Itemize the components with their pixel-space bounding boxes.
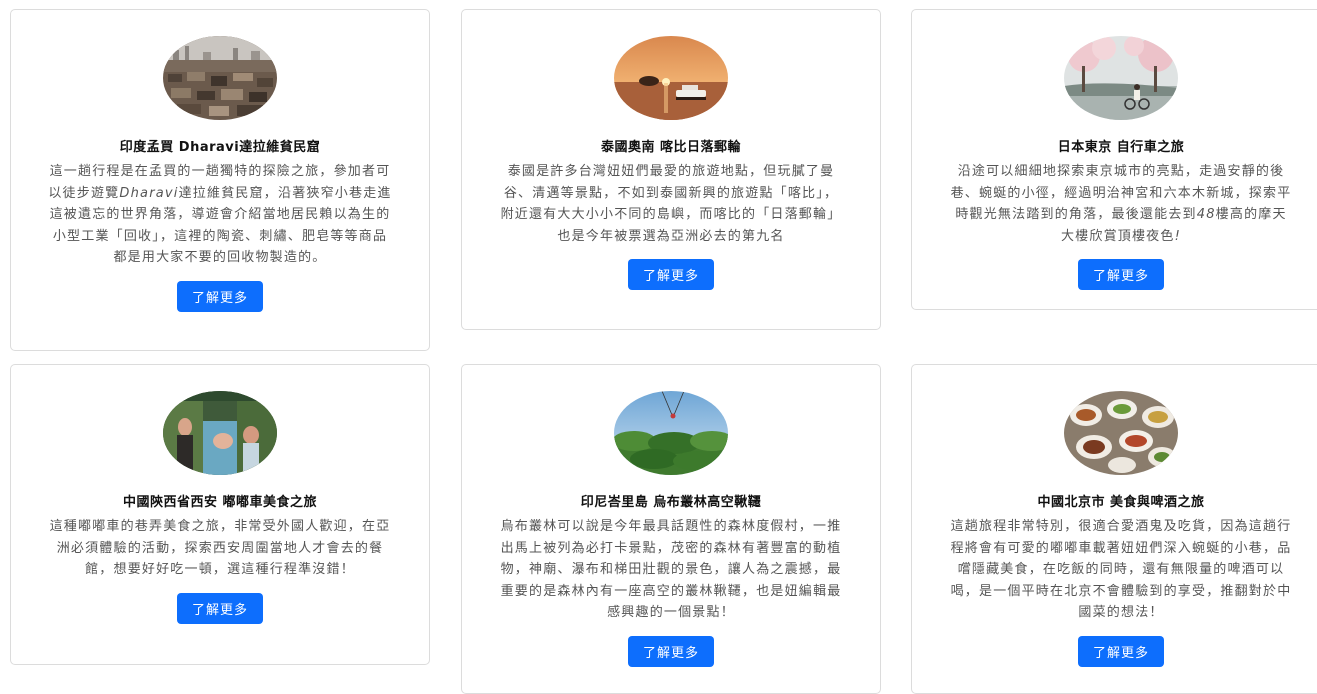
learn-more-button[interactable]: 了解更多 [1077, 635, 1164, 667]
beijing-food-beer-photo [1064, 391, 1178, 475]
card-title: 日本東京 自行車之旅 [1057, 140, 1185, 155]
card-description: 這一趟行程是在孟買的一趟獨特的探險之旅，參加者可以徒步遊覽Dharavi達拉維貧… [48, 164, 392, 265]
card-description: 這種嘟嘟車的巷弄美食之旅，非常受外國人歡迎，在亞洲必須體驗的活動，探索西安周圍當… [49, 519, 391, 577]
tour-card-bali: 印尼峇里島 烏布叢林高空鞦韆 烏布叢林可以說是今年最具話題性的森林度假村，一推出… [461, 364, 881, 694]
card-title: 印度孟買 Dharavi達拉維貧民窟 [119, 140, 321, 155]
mumbai-slum-photo [163, 36, 277, 120]
card-description: 烏布叢林可以說是今年最具話題性的森林度假村，一推出馬上被列為必打卡景點，茂密的森… [500, 519, 842, 620]
card-description: 這趟旅程非常特別，很適合愛酒鬼及吃貨，因為這趟行程將會有可愛的嘟嘟車載著妞妞們深… [950, 519, 1292, 620]
tour-card-tokyo: 日本東京 自行車之旅 沿途可以細細地探索東京城市的亮點，走過安靜的後巷、蜿蜒的小… [911, 9, 1317, 310]
xian-tuktuk-food-photo [163, 391, 277, 475]
card-title: 中國陝西省西安 嘟嘟車美食之旅 [122, 495, 318, 510]
card-description: 沿途可以細細地探索東京城市的亮點，走過安靜的後巷、蜿蜒的小徑，經過明治神宮和六本… [950, 164, 1292, 244]
learn-more-button[interactable]: 了解更多 [627, 259, 714, 290]
learn-more-button[interactable]: 了解更多 [176, 592, 263, 624]
card-description: 泰國是許多台灣妞妞們最愛的旅遊地點，但玩膩了曼谷、清邁等景點，不如到泰國新興的旅… [500, 164, 842, 244]
tour-card-xian: 中國陝西省西安 嘟嘟車美食之旅 這種嘟嘟車的巷弄美食之旅，非常受外國人歡迎，在亞… [10, 364, 430, 665]
bali-jungle-swing-photo [614, 391, 728, 475]
tokyo-bicycle-photo [1064, 36, 1178, 120]
tour-card-krabi: 泰國奧南 喀比日落郵輪 泰國是許多台灣妞妞們最愛的旅遊地點，但玩膩了曼谷、清邁等… [461, 9, 881, 330]
learn-more-button[interactable]: 了解更多 [627, 635, 714, 667]
card-title: 印尼峇里島 烏布叢林高空鞦韆 [580, 495, 762, 510]
krabi-sunset-cruise-photo [614, 36, 728, 120]
learn-more-button[interactable]: 了解更多 [176, 280, 263, 312]
card-title: 中國北京市 美食與啤酒之旅 [1037, 495, 1205, 510]
tour-card-beijing: 中國北京市 美食與啤酒之旅 這趟旅程非常特別，很適合愛酒鬼及吃貨，因為這趟行程將… [911, 364, 1317, 694]
tour-card-mumbai: 印度孟買 Dharavi達拉維貧民窟 這一趟行程是在孟買的一趟獨特的探險之旅，參… [10, 9, 430, 351]
card-title: 泰國奧南 喀比日落郵輪 [600, 140, 742, 155]
learn-more-button[interactable]: 了解更多 [1077, 259, 1164, 290]
